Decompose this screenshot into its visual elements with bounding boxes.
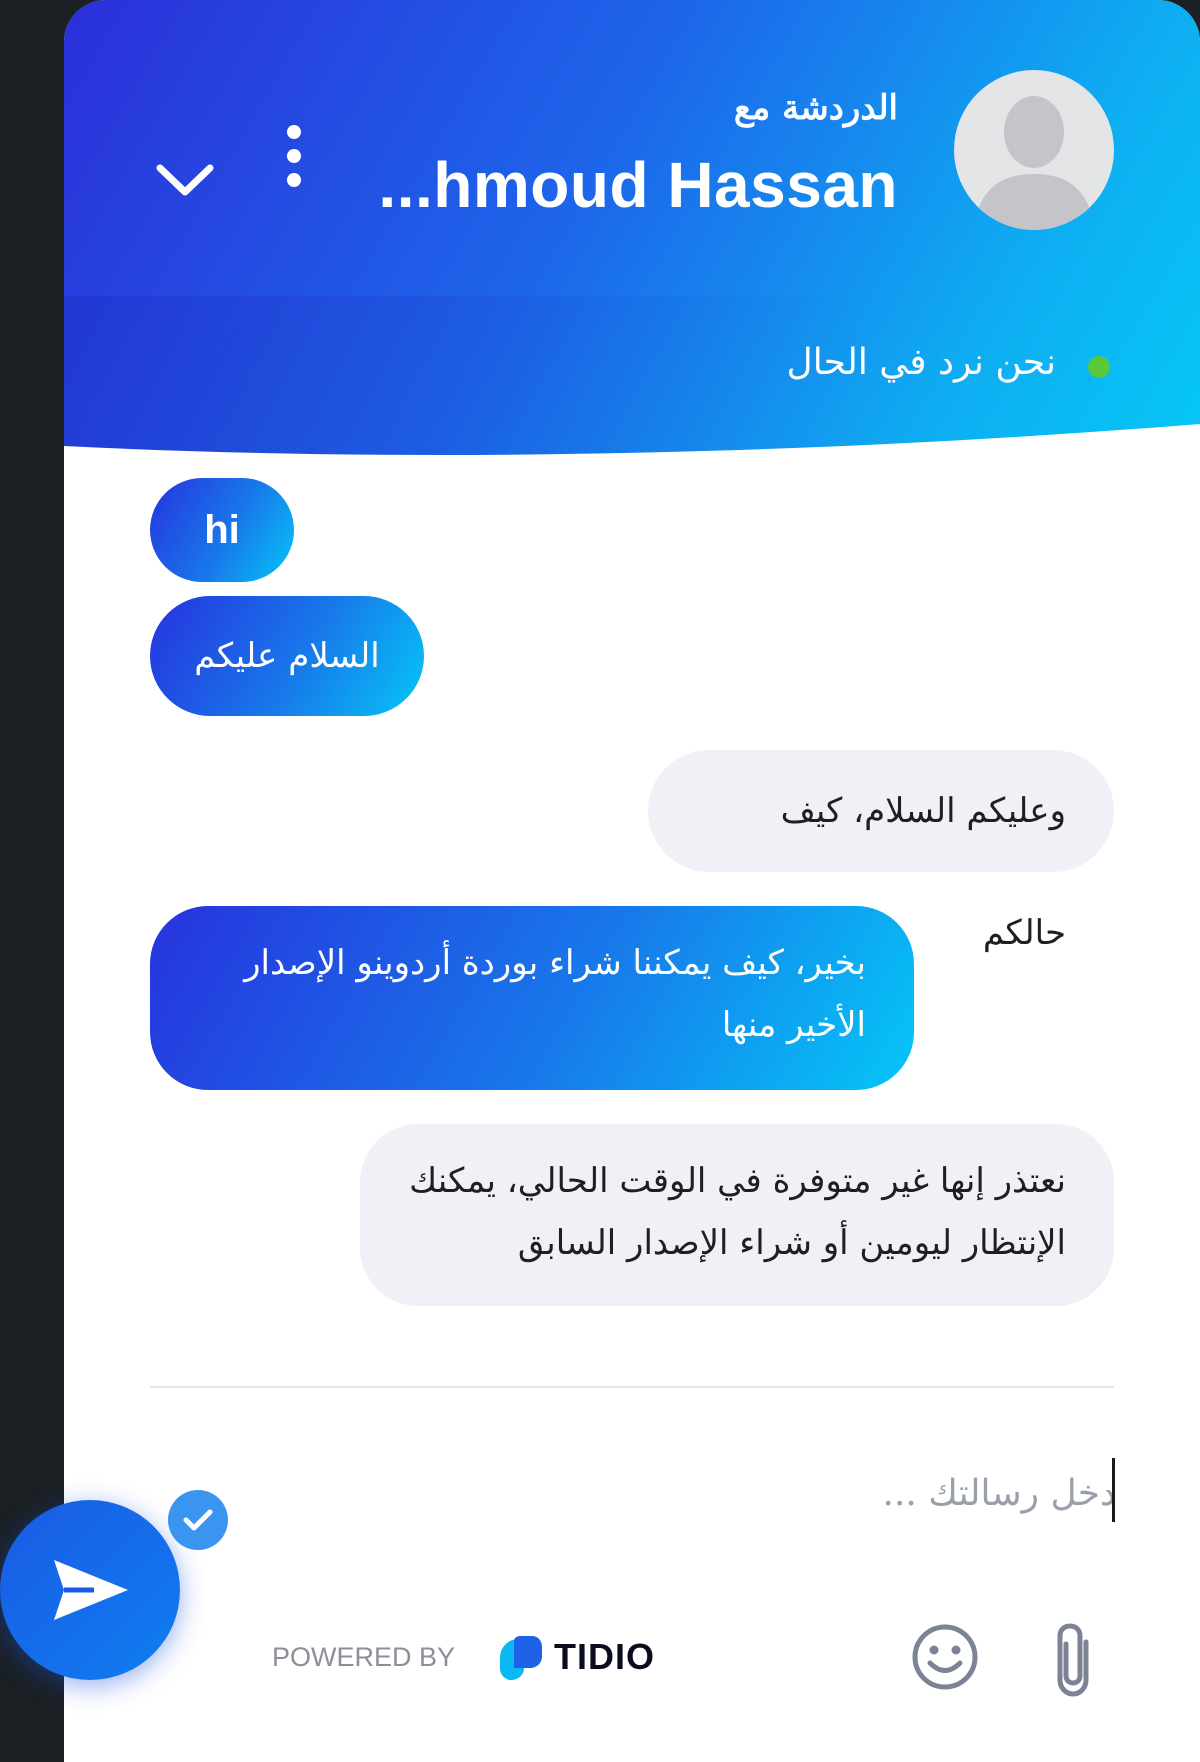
vertical-dots-icon: [287, 125, 301, 187]
composer-divider: [150, 1386, 1114, 1388]
status-text: نحن نرد في الحال: [786, 342, 1056, 383]
paper-plane-icon: [54, 1560, 128, 1620]
check-icon: [183, 1509, 213, 1531]
tidio-logo-icon: [500, 1636, 542, 1680]
paperclip-icon: [1057, 1623, 1089, 1697]
chat-header: الدردشة مع ...hmoud Hassan نحن نرد في ال…: [64, 0, 1200, 470]
message-input[interactable]: [444, 1454, 1118, 1532]
emoji-button[interactable]: [910, 1622, 980, 1692]
powered-by-label: POWERED BY: [272, 1642, 456, 1672]
message-line: نعتذر إنها غير متوفرة في الوقت الحالي، ي…: [409, 1161, 1066, 1201]
message-line: بخير، كيف يمكننا شراء بوردة أردوينو الإص…: [244, 943, 866, 983]
read-badge: [168, 1490, 228, 1550]
operator-message: وعليكم السلام، كيف حالكم: [648, 750, 1114, 953]
minimize-button[interactable]: [144, 148, 226, 210]
operator-message: نعتذر إنها غير متوفرة في الوقت الحالي، ي…: [360, 1124, 1114, 1306]
visitor-message: بخير، كيف يمكننا شراء بوردة أردوينو الإص…: [150, 906, 914, 1090]
tidio-brand: TIDIO: [554, 1636, 655, 1677]
online-indicator: [1088, 356, 1110, 378]
agent-name: ...hmoud Hassan: [378, 149, 898, 221]
message-line: الإنتظار ليومين أو شراء الإصدار السابق: [517, 1223, 1066, 1263]
avatar: [954, 70, 1114, 230]
user-silhouette-icon: [974, 96, 1094, 230]
header-wave: [64, 424, 1200, 484]
smiley-icon: [912, 1624, 978, 1690]
attach-file-button[interactable]: [1048, 1620, 1104, 1700]
text-caret: [1112, 1458, 1115, 1522]
visitor-message: hi: [150, 478, 294, 582]
chevron-down-icon: [156, 164, 214, 196]
send-message-button[interactable]: [0, 1500, 180, 1680]
header-subtitle: الدردشة مع: [733, 88, 898, 128]
chat-widget: الدردشة مع ...hmoud Hassan نحن نرد في ال…: [64, 0, 1200, 1762]
message-line: الأخير منها: [721, 1005, 866, 1045]
visitor-message: السلام عليكم: [150, 596, 424, 716]
options-menu-button[interactable]: [274, 120, 314, 192]
